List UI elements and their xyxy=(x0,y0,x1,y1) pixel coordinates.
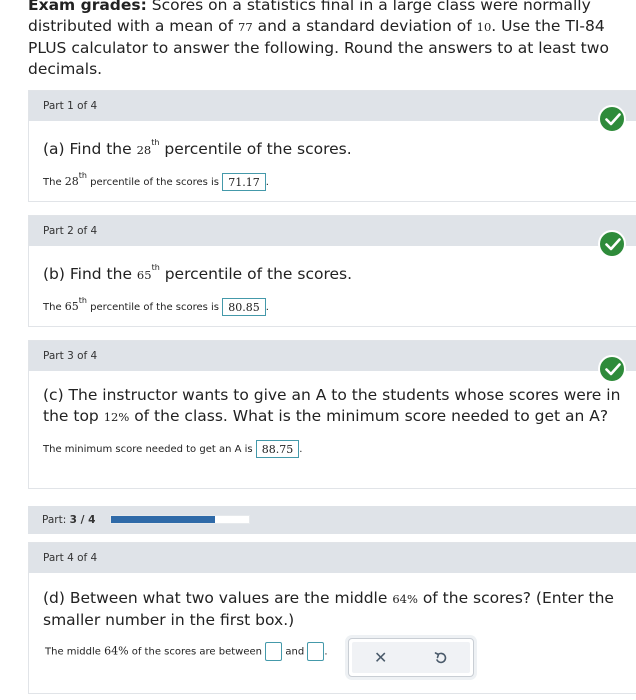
answer-text: . xyxy=(265,177,269,189)
percentile-number: 65 xyxy=(136,268,152,283)
answer-text: percentile of the scores is xyxy=(87,177,223,189)
answer-text: . xyxy=(324,646,328,658)
percent-value: 64% xyxy=(392,592,418,606)
part-3-question: (c) The instructor wants to give an A to… xyxy=(29,371,636,428)
answer-box[interactable]: 88.75 xyxy=(255,440,300,458)
answer-text: The middle xyxy=(45,646,105,658)
question-text: percentile of the scores. xyxy=(159,265,353,284)
answer-text: The minimum score needed to get an A is xyxy=(43,444,256,455)
part-2-header: Part 2 of 4 xyxy=(29,216,636,246)
progress-value: 3 / 4 xyxy=(69,514,96,526)
check-icon xyxy=(598,230,626,258)
ordinal-suffix: th xyxy=(151,138,160,147)
part-3-answer-line: The minimum score needed to get an A is … xyxy=(29,428,636,458)
percent-value: 64% xyxy=(104,644,129,658)
clear-button[interactable]: ✕ xyxy=(374,648,387,667)
answer-text: The xyxy=(43,177,65,189)
part-4-card: Part 4 of 4 (d) Between what two values … xyxy=(28,542,636,694)
progress-label: Part: xyxy=(42,514,67,526)
undo-icon[interactable] xyxy=(434,650,448,669)
check-icon xyxy=(598,105,626,133)
percentile-number: 28 xyxy=(136,143,152,158)
progress-row: Part: 3 / 4 xyxy=(28,506,636,534)
problem-title: Exam grades: xyxy=(28,0,147,14)
percentile-number: 65 xyxy=(64,300,79,314)
part-2-question: (b) Find the 65th percentile of the scor… xyxy=(29,246,636,286)
question-text: (d) Between what two values are the midd… xyxy=(43,589,393,607)
percentile-number: 28 xyxy=(64,175,79,189)
answer-text: . xyxy=(265,302,269,314)
problem-statement: Exam grades: Scores on a statistics fina… xyxy=(28,0,636,80)
toolbar-inner: ✕ xyxy=(352,642,470,673)
progress-bar-fill xyxy=(111,516,215,523)
answer-toolbar: ✕ xyxy=(348,638,474,677)
answer-text: percentile of the scores is xyxy=(87,302,223,314)
answer-box[interactable]: 80.85 xyxy=(222,298,266,317)
part-1-question: (a) Find the 28th percentile of the scor… xyxy=(29,121,636,161)
question-text: of the class. What is the minimum score … xyxy=(129,407,609,425)
ordinal-suffix: th xyxy=(78,295,87,305)
question-text: (b) Find the xyxy=(43,265,137,284)
part-4-header: Part 4 of 4 xyxy=(29,543,636,573)
answer-text: and xyxy=(285,646,305,658)
answer-text: of the scores are between xyxy=(128,646,266,658)
question-text: percentile of the scores. xyxy=(159,140,352,159)
answer-box[interactable]: 71.17 xyxy=(222,173,266,192)
ordinal-suffix: th xyxy=(151,263,160,272)
problem-text: and a standard deviation of xyxy=(252,17,477,35)
part-3-card: Part 3 of 4 (c) The instructor wants to … xyxy=(28,340,636,489)
part-1-header: Part 1 of 4 xyxy=(29,91,636,121)
part-3-header: Part 3 of 4 xyxy=(29,341,636,371)
mean-value: 77 xyxy=(238,20,253,34)
check-icon xyxy=(598,355,626,383)
part-1-answer-line: The 28th percentile of the scores is 71.… xyxy=(29,161,636,192)
part-2-answer-line: The 65th percentile of the scores is 80.… xyxy=(29,286,636,317)
part-2-card: Part 2 of 4 (b) Find the 65th percentile… xyxy=(28,215,636,327)
ordinal-suffix: th xyxy=(78,170,87,180)
answer-text: The xyxy=(43,302,65,314)
answer-text: . xyxy=(299,444,303,455)
part-4-answer-line: The middle 64% of the scores are between… xyxy=(29,631,636,661)
question-text: (a) Find the xyxy=(43,140,137,159)
part-1-card: Part 1 of 4 (a) Find the 28th percentile… xyxy=(28,90,636,202)
lower-bound-input[interactable] xyxy=(265,642,283,661)
upper-bound-input[interactable] xyxy=(307,642,325,661)
percent-value: 12% xyxy=(103,410,130,424)
sd-value: 10 xyxy=(476,20,492,34)
progress-bar xyxy=(110,515,250,524)
part-4-question: (d) Between what two values are the midd… xyxy=(29,573,636,631)
